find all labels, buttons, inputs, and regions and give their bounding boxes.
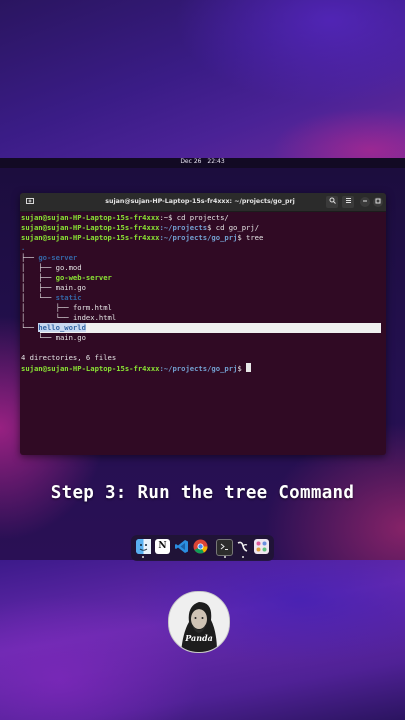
finder-icon[interactable] xyxy=(136,539,151,554)
prompt-line: sujan@sujan-HP-Laptop-15s-fr4xxx:~/proje… xyxy=(21,223,260,232)
tree-entry: │ ├── main.go xyxy=(21,283,86,292)
prompt-line: sujan@sujan-HP-Laptop-15s-fr4xxx:~$ cd p… xyxy=(21,213,229,222)
tree-entry: │ ├── go-web-server xyxy=(21,273,112,282)
text-cursor xyxy=(246,363,252,372)
vscode-icon[interactable] xyxy=(174,539,189,554)
terminal-icon[interactable] xyxy=(216,539,233,556)
tree-entry: │ └── static xyxy=(21,293,82,302)
channel-avatar: Panda xyxy=(168,591,230,653)
app-grid-icon[interactable] xyxy=(254,539,269,554)
tree-summary: 4 directories, 6 files xyxy=(21,353,117,362)
tree-entry: │ ├── go.mod xyxy=(21,263,82,272)
new-tab-icon[interactable] xyxy=(24,197,35,207)
running-indicator xyxy=(242,556,244,558)
avatar-portrait xyxy=(169,592,229,652)
maximize-icon[interactable] xyxy=(373,197,383,207)
inkscape-icon[interactable] xyxy=(235,539,250,554)
prompt-line: sujan@sujan-HP-Laptop-15s-fr4xxx:~/proje… xyxy=(21,363,252,373)
running-indicator xyxy=(224,556,226,558)
wallpaper-top xyxy=(0,0,405,158)
prompt-line: sujan@sujan-HP-Laptop-15s-fr4xxx:~/proje… xyxy=(21,233,264,242)
notion-icon[interactable]: N xyxy=(155,539,170,554)
tree-entry-selected: └── hello_world xyxy=(21,323,86,332)
dock: N xyxy=(131,535,274,561)
tree-entry: ├── go-server xyxy=(21,253,78,262)
search-icon[interactable] xyxy=(326,196,338,208)
clock[interactable]: Dec 26 22:43 xyxy=(0,155,405,169)
terminal-output[interactable]: sujan@sujan-HP-Laptop-15s-fr4xxx:~$ cd p… xyxy=(20,211,386,455)
chrome-icon[interactable] xyxy=(193,539,208,554)
terminal-title: sujan@sujan-HP-Laptop-15s-fr4xxx: ~/proj… xyxy=(105,198,295,205)
tree-entry: │ └── index.html xyxy=(21,313,117,322)
tree-entry: │ ├── form.html xyxy=(21,303,112,312)
selection-highlight xyxy=(40,323,381,333)
terminal-window[interactable]: sujan@sujan-HP-Laptop-15s-fr4xxx: ~/proj… xyxy=(20,193,386,455)
tree-entry: └── main.go xyxy=(21,333,86,342)
avatar-signature: Panda xyxy=(185,633,213,643)
running-indicator xyxy=(142,556,144,558)
terminal-titlebar[interactable]: sujan@sujan-HP-Laptop-15s-fr4xxx: ~/proj… xyxy=(20,193,386,212)
clock-time: 22:43 xyxy=(207,158,225,165)
tree-root: . xyxy=(21,243,26,252)
clock-date: Dec 26 xyxy=(180,158,202,165)
minimize-icon[interactable] xyxy=(360,197,370,207)
video-caption: Step 3: Run the tree Command xyxy=(50,483,355,503)
